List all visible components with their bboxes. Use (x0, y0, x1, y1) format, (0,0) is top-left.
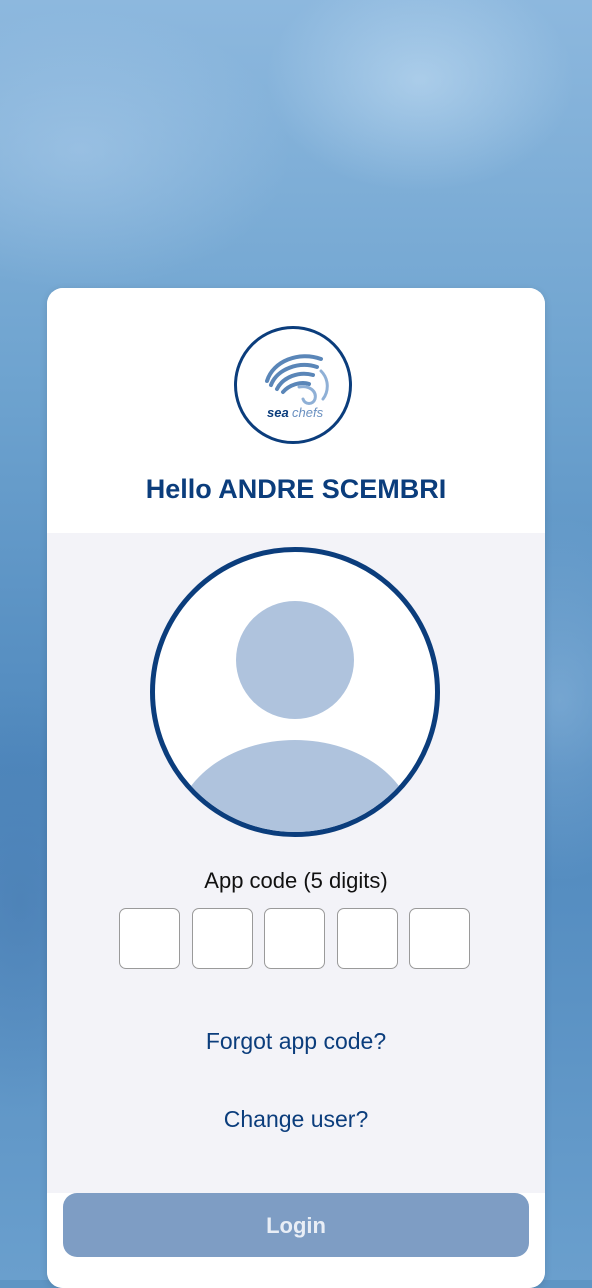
app-code-digit-1[interactable] (119, 908, 180, 969)
app-code-label: App code (5 digits) (204, 868, 388, 893)
greeting-prefix: Hello (145, 474, 212, 504)
login-card: sea chefs Hello ANDRE SCEMBRI App code (… (47, 288, 545, 1288)
logo-word-sea: sea (267, 405, 289, 420)
user-placeholder-icon (175, 601, 415, 832)
app-code-digit-2[interactable] (192, 908, 253, 969)
sea-chefs-logo: sea chefs (234, 326, 352, 444)
logo-word-chefs: chefs (292, 405, 324, 420)
app-code-digit-5[interactable] (409, 908, 470, 969)
greeting-title: Hello ANDRE SCEMBRI (47, 474, 545, 505)
app-code-input-group (119, 908, 473, 971)
avatar (150, 547, 440, 837)
change-user-link[interactable]: Change user? (47, 1106, 545, 1133)
app-code-digit-3[interactable] (264, 908, 325, 969)
login-button[interactable]: Login (63, 1193, 529, 1257)
user-name: ANDRE SCEMBRI (218, 474, 447, 504)
app-code-digit-4[interactable] (337, 908, 398, 969)
forgot-app-code-link[interactable]: Forgot app code? (47, 1028, 545, 1055)
